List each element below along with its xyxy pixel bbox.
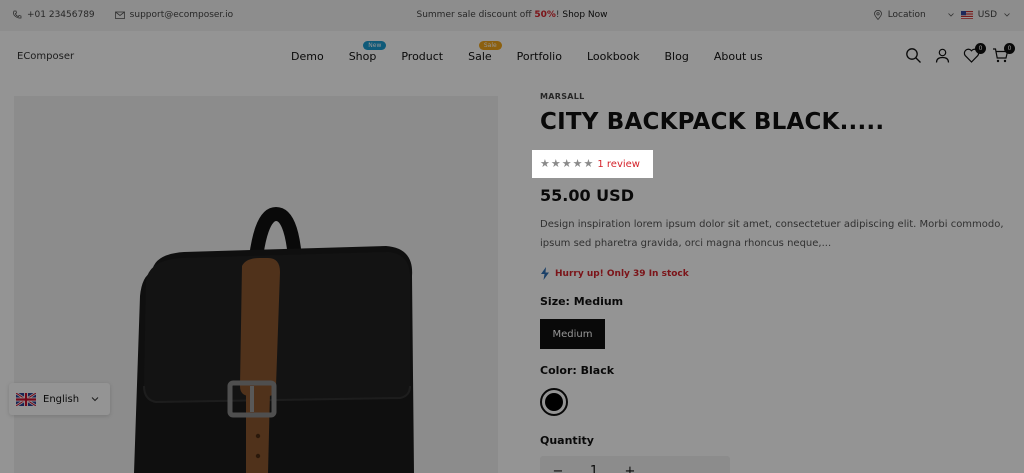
nav-sale[interactable]: Sale Sale [468, 41, 502, 63]
swatch-fill [545, 393, 563, 411]
star-icon: ★ [572, 157, 583, 170]
topbar-right: Location USD [873, 10, 1012, 20]
star-icon: ★ [561, 157, 572, 170]
quantity-value[interactable]: 1 [576, 464, 612, 473]
nav-shop[interactable]: Shop New [348, 41, 387, 63]
sale-badge: Sale [478, 41, 502, 50]
product-price: 55.00 USD [540, 186, 634, 205]
backpack-illustration [134, 206, 414, 473]
quantity-increase-button[interactable]: + [612, 464, 648, 473]
star-icon: ★ [583, 157, 594, 170]
search-icon[interactable] [905, 47, 922, 64]
color-label: Color: Black [540, 364, 615, 377]
nav-shop-label: Shop [348, 50, 377, 63]
highlighted-review-link[interactable]: 1 review [597, 159, 640, 170]
shop-now-link[interactable]: Shop Now [562, 10, 607, 20]
nav-about[interactable]: About us [714, 50, 763, 63]
nav-blog[interactable]: Blog [665, 50, 689, 63]
announcement-bar: +01 23456789 support@ecomposer.io Summer… [0, 0, 1024, 31]
size-label: Size: Medium [540, 295, 624, 308]
site-header: EComposer Demo Shop New Product Sale Sale … [0, 31, 1024, 83]
quantity-stepper[interactable]: − 1 + [540, 456, 730, 473]
chevron-down-icon[interactable] [946, 10, 956, 20]
nav-portfolio-label: Portfolio [516, 50, 562, 63]
new-badge: New [363, 41, 387, 50]
language-label: English [43, 393, 80, 405]
header-icons: 0 0 [905, 43, 1015, 64]
quantity-label: Quantity [540, 434, 594, 447]
size-option-medium[interactable]: Medium [540, 319, 605, 349]
location-pin-icon [873, 10, 882, 20]
product-vendor[interactable]: MARSALL [540, 92, 1010, 101]
product-info: MARSALL CITY BACKPACK BLACK..... ★ ★ ★ ★… [540, 92, 1010, 473]
promo-message: Summer sale discount off 50%! Shop Now [0, 10, 1024, 20]
promo-text: Summer sale discount off [416, 10, 535, 20]
cart-count: 0 [1004, 43, 1015, 54]
nav-sale-label: Sale [468, 50, 492, 63]
nav-demo-label: Demo [291, 50, 324, 63]
nav-blog-label: Blog [664, 50, 689, 63]
nav-portfolio[interactable]: Portfolio [517, 50, 562, 63]
nav-product-label: Product [401, 50, 444, 63]
product-title: CITY BACKPACK BLACK..... [540, 109, 885, 135]
wishlist-icon[interactable]: 0 [963, 43, 986, 64]
cart-icon[interactable]: 0 [992, 43, 1015, 64]
lightning-icon [541, 267, 549, 280]
nav-lookbook[interactable]: Lookbook [587, 50, 640, 63]
product-description: Design inspiration lorem ipsum dolor sit… [540, 219, 1004, 249]
nav-about-label: About us [713, 50, 763, 63]
nav-demo[interactable]: Demo [291, 50, 324, 63]
wishlist-count: 0 [975, 43, 986, 54]
color-swatch-black[interactable] [540, 388, 568, 416]
promo-percent: 50% [534, 10, 556, 20]
site-logo[interactable]: EComposer [17, 51, 74, 62]
quantity-decrease-button[interactable]: − [540, 464, 576, 473]
chevron-down-icon [91, 397, 99, 402]
currency-selector[interactable]: USD [978, 10, 997, 20]
nav-lookbook-label: Lookbook [586, 50, 640, 63]
star-icon: ★ [540, 157, 550, 170]
star-icon: ★ [550, 157, 561, 170]
uk-flag-icon [16, 392, 36, 406]
stock-message: Hurry up! Only 39 In stock [555, 268, 689, 279]
nav-product[interactable]: Product [401, 50, 443, 63]
us-flag-icon [960, 11, 973, 19]
stock-alert: Hurry up! Only 39 In stock [540, 267, 689, 280]
account-icon[interactable] [934, 47, 951, 64]
highlighted-rating[interactable]: ★ ★ ★ ★ ★ 1 review [532, 150, 653, 178]
location-link[interactable]: Location [888, 10, 926, 20]
currency-chevron-icon[interactable] [1002, 10, 1012, 20]
language-selector[interactable]: English [9, 383, 110, 415]
product-image[interactable] [14, 96, 498, 473]
main-nav: Demo Shop New Product Sale Sale Portfolio … [291, 41, 788, 63]
